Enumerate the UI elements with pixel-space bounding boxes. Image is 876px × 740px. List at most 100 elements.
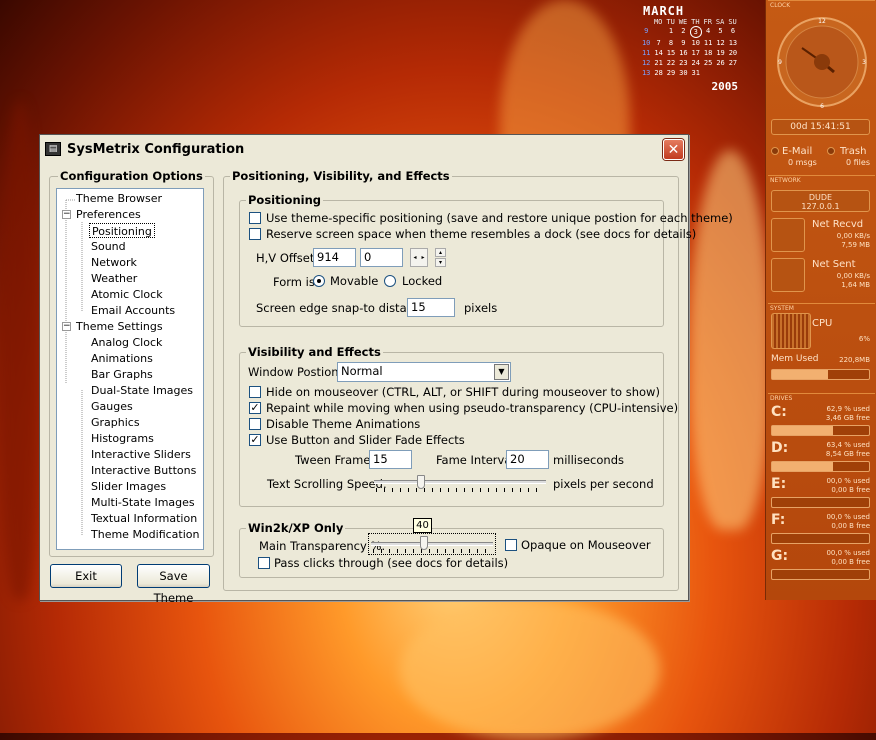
opaque-mouseover-checkbox[interactable] [505, 539, 517, 551]
hide-mouseover-checkbox[interactable] [249, 386, 261, 398]
scroll-speed-slider[interactable] [374, 475, 546, 493]
calendar-day[interactable]: 11 [702, 38, 714, 48]
tree-item[interactable]: Interactive Sliders [91, 447, 191, 462]
transparency-slider[interactable] [368, 533, 496, 555]
calendar-day[interactable]: 21 [652, 58, 664, 68]
locked-radio[interactable] [384, 275, 396, 287]
calendar-day[interactable]: 12 [714, 38, 726, 48]
drive-letter[interactable]: G: [771, 548, 788, 564]
calendar-day[interactable]: 18 [702, 48, 714, 58]
network-ip: 127.0.0.1 [801, 202, 840, 211]
theme-specific-checkbox[interactable] [249, 212, 261, 224]
net-recv-values: 0,00 KB/s 7,59 MB [836, 232, 870, 249]
calendar-day[interactable]: 27 [727, 58, 739, 68]
chevron-down-icon[interactable]: ▼ [494, 364, 509, 380]
calendar-day[interactable] [702, 68, 714, 78]
save-theme-button[interactable]: Save Theme [137, 564, 210, 605]
calendar-day[interactable]: 8 [665, 38, 677, 48]
calendar-week: 11 14 15 16 17 18 19 20 [640, 48, 740, 58]
drive-letter[interactable]: C: [771, 404, 787, 420]
down-arrow-icon[interactable]: ▾ [435, 258, 446, 267]
window-position-select[interactable]: Normal ▼ [337, 362, 511, 382]
calendar-day[interactable]: 2 [677, 26, 689, 38]
calendar-day[interactable]: 31 [690, 68, 702, 78]
reserve-space-checkbox[interactable] [249, 228, 261, 240]
calendar-day[interactable]: 3 [689, 26, 702, 38]
right-arrow-icon[interactable]: ▸ [419, 249, 427, 266]
tree-item[interactable]: Theme Modification [91, 527, 200, 542]
calendar-day[interactable]: 15 [665, 48, 677, 58]
tree-item[interactable]: Preferences [76, 207, 141, 222]
up-arrow-icon[interactable]: ▴ [435, 248, 446, 257]
tree-item[interactable]: Interactive Buttons [91, 463, 196, 478]
drive-letter[interactable]: E: [771, 476, 786, 492]
tree-collapse-icon[interactable]: − [62, 210, 71, 219]
left-arrow-icon[interactable]: ◂ [411, 249, 419, 266]
tree-item[interactable]: Textual Information [91, 511, 197, 526]
snap-distance-input[interactable]: 15 [407, 298, 455, 317]
transparency-thumb[interactable] [419, 536, 428, 550]
pass-clicks-checkbox[interactable] [258, 557, 270, 569]
title-bar[interactable]: ▤ SysMetrix Configuration ✕ [40, 135, 688, 163]
tree-collapse-icon[interactable]: − [62, 322, 71, 331]
scroll-speed-thumb[interactable] [416, 475, 425, 489]
repaint-checkbox[interactable]: ✓ [249, 402, 261, 414]
calendar-day[interactable]: 29 [665, 68, 677, 78]
calendar-day[interactable]: 19 [714, 48, 726, 58]
calendar-day[interactable]: 14 [652, 48, 664, 58]
tree-item[interactable]: Weather [91, 271, 137, 286]
calendar-day[interactable]: 13 [727, 38, 739, 48]
calendar-day[interactable]: 30 [677, 68, 689, 78]
tree-item[interactable]: Bar Graphs [91, 367, 153, 382]
calendar-day[interactable]: 1 [665, 26, 677, 38]
tree-item[interactable]: Analog Clock [91, 335, 162, 350]
tree-item[interactable]: Histograms [91, 431, 154, 446]
exit-button[interactable]: Exit [50, 564, 122, 588]
tree-item[interactable]: Email Accounts [91, 303, 175, 318]
calendar-day[interactable]: 25 [702, 58, 714, 68]
calendar-day[interactable]: 10 [690, 38, 702, 48]
tree-item[interactable]: Positioning [89, 223, 155, 238]
calendar-day[interactable]: 9 [677, 38, 689, 48]
movable-radio[interactable] [313, 275, 325, 287]
calendar-day[interactable] [652, 26, 664, 38]
transparency-label: Main Transparency %: [259, 539, 386, 553]
calendar-day[interactable]: 23 [677, 58, 689, 68]
calendar-day[interactable]: 5 [714, 26, 726, 38]
disable-animations-checkbox[interactable] [249, 418, 261, 430]
drive-letter[interactable]: F: [771, 512, 785, 528]
tree-item[interactable]: Animations [91, 351, 153, 366]
tree-item[interactable]: Gauges [91, 399, 133, 414]
calendar-day[interactable]: 24 [690, 58, 702, 68]
calendar-day[interactable] [714, 68, 726, 78]
h-offset-spinner[interactable]: ◂ ▸ [410, 248, 428, 267]
tree-item[interactable]: Sound [91, 239, 126, 254]
calendar-day[interactable]: 20 [727, 48, 739, 58]
drive-letter[interactable]: D: [771, 440, 788, 456]
tree-item[interactable]: Atomic Clock [91, 287, 163, 302]
tree-item[interactable]: Theme Settings [76, 319, 163, 334]
calendar-day[interactable]: 28 [652, 68, 664, 78]
calendar-day[interactable]: 26 [714, 58, 726, 68]
calendar-day[interactable]: 22 [665, 58, 677, 68]
calendar-day[interactable]: 16 [677, 48, 689, 58]
h-offset-input[interactable]: 914 [313, 248, 356, 267]
trash-icon[interactable] [827, 147, 835, 155]
tree-item[interactable]: Slider Images [91, 479, 166, 494]
calendar-day[interactable] [727, 68, 739, 78]
tree-item[interactable]: Dual-State Images [91, 383, 193, 398]
calendar-day[interactable]: 17 [690, 48, 702, 58]
tree-item[interactable]: Graphics [91, 415, 140, 430]
tree-item[interactable]: Multi-State Images [91, 495, 195, 510]
frame-interval-input[interactable]: 20 [506, 450, 549, 469]
calendar-day[interactable]: 7 [652, 38, 664, 48]
calendar-day[interactable]: 6 [727, 26, 739, 38]
tree-item[interactable]: Network [91, 255, 137, 270]
calendar-day[interactable]: 4 [702, 26, 714, 38]
tween-frames-input[interactable]: 15 [369, 450, 412, 469]
close-button[interactable]: ✕ [663, 139, 684, 160]
fade-effects-checkbox[interactable]: ✓ [249, 434, 261, 446]
tree-item[interactable]: Theme Browser [76, 191, 162, 206]
v-offset-input[interactable]: 0 [360, 248, 403, 267]
options-tree[interactable]: Theme Browser − Preferences Positioning Soun… [56, 188, 204, 550]
